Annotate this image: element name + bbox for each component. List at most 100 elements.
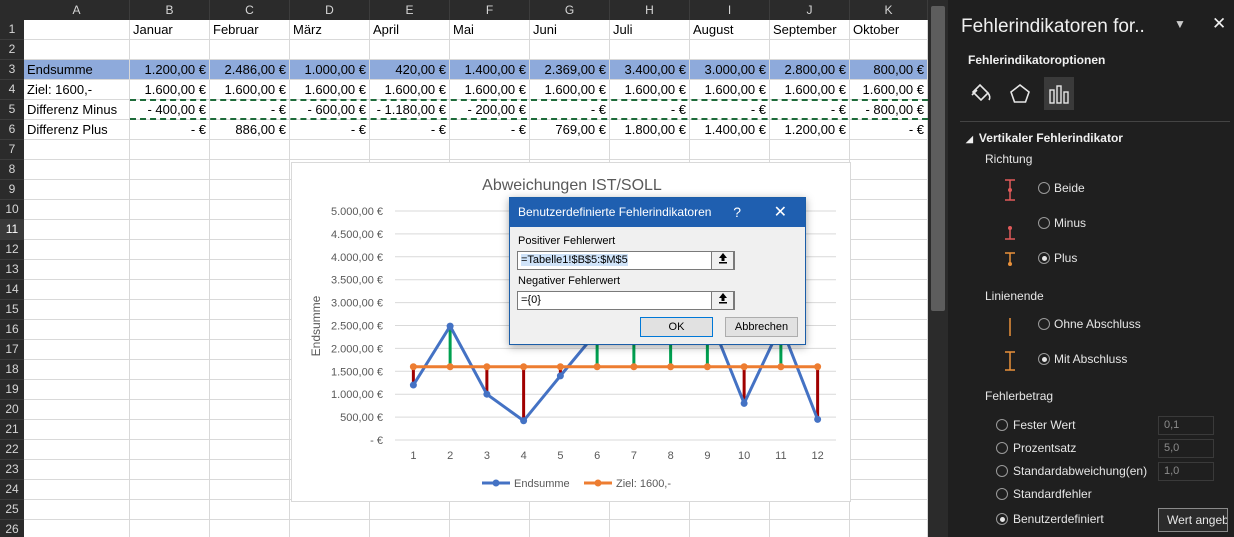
cell[interactable] <box>24 220 130 240</box>
cell[interactable] <box>290 40 370 60</box>
cell[interactable] <box>130 200 210 220</box>
row-header[interactable]: 24 <box>0 480 24 500</box>
cell[interactable] <box>370 140 450 160</box>
row-header[interactable]: 3 <box>0 60 24 80</box>
cell[interactable]: 1.800,00 € <box>610 120 690 140</box>
cell[interactable] <box>130 160 210 180</box>
column-header[interactable]: I <box>690 0 770 20</box>
cell[interactable] <box>210 460 290 480</box>
radio-percentage[interactable] <box>996 442 1008 454</box>
cell[interactable] <box>24 480 130 500</box>
dialog-close-button[interactable]: ✕ <box>774 198 787 227</box>
fixed-value-input[interactable]: 0,1 <box>1158 416 1214 435</box>
cell[interactable] <box>130 240 210 260</box>
row-header[interactable]: 16 <box>0 320 24 340</box>
cell[interactable]: - € <box>130 120 210 140</box>
cell[interactable] <box>130 220 210 240</box>
column-header[interactable]: H <box>610 0 690 20</box>
cell[interactable] <box>370 40 450 60</box>
cell[interactable]: - € <box>530 100 610 120</box>
cell[interactable] <box>530 500 610 520</box>
row-header[interactable]: 18 <box>0 360 24 380</box>
cell[interactable]: März <box>290 20 370 40</box>
cell[interactable] <box>130 480 210 500</box>
cell[interactable] <box>530 520 610 537</box>
cell[interactable]: 3.400,00 € <box>610 60 690 80</box>
cell[interactable] <box>210 400 290 420</box>
cell[interactable] <box>850 300 928 320</box>
cell[interactable] <box>210 500 290 520</box>
cell[interactable] <box>850 40 928 60</box>
cell[interactable] <box>690 40 770 60</box>
cell[interactable] <box>850 220 928 240</box>
column-header[interactable]: A <box>24 0 130 20</box>
cell[interactable] <box>370 520 450 537</box>
cell[interactable] <box>210 340 290 360</box>
cell[interactable]: - € <box>370 120 450 140</box>
cell[interactable] <box>24 140 130 160</box>
radio-plus[interactable] <box>1038 252 1050 264</box>
cell[interactable] <box>210 420 290 440</box>
cell[interactable] <box>770 140 850 160</box>
cell[interactable] <box>850 480 928 500</box>
radio-no-cap[interactable] <box>1038 318 1050 330</box>
cell[interactable] <box>530 140 610 160</box>
cell[interactable]: - € <box>770 100 850 120</box>
cell[interactable] <box>770 500 850 520</box>
column-header[interactable]: E <box>370 0 450 20</box>
cell[interactable] <box>690 520 770 537</box>
radio-fixed-value[interactable] <box>996 419 1008 431</box>
cell[interactable] <box>24 20 130 40</box>
cell[interactable] <box>130 360 210 380</box>
cell[interactable] <box>290 500 370 520</box>
cell[interactable] <box>24 380 130 400</box>
cell[interactable] <box>770 520 850 537</box>
cell[interactable]: 1.400,00 € <box>450 60 530 80</box>
cell[interactable] <box>850 360 928 380</box>
cell[interactable]: 1.600,00 € <box>610 80 690 100</box>
cell[interactable] <box>850 200 928 220</box>
cell[interactable]: Oktober <box>850 20 928 40</box>
cell[interactable] <box>450 40 530 60</box>
cell[interactable] <box>850 140 928 160</box>
cell[interactable] <box>610 500 690 520</box>
cell[interactable] <box>690 140 770 160</box>
cell[interactable] <box>24 440 130 460</box>
cell[interactable] <box>24 240 130 260</box>
cell[interactable]: - 600,00 € <box>290 100 370 120</box>
cell[interactable] <box>290 140 370 160</box>
tab-error-bar-options[interactable] <box>1044 77 1074 110</box>
pane-close-button[interactable]: ✕ <box>1212 14 1226 34</box>
cell[interactable] <box>850 420 928 440</box>
row-header[interactable]: 20 <box>0 400 24 420</box>
cell[interactable]: 1.600,00 € <box>850 80 928 100</box>
positive-collapse-button[interactable] <box>711 251 734 270</box>
cell[interactable]: 1.600,00 € <box>770 80 850 100</box>
column-header[interactable]: J <box>770 0 850 20</box>
cell[interactable] <box>24 460 130 480</box>
cell[interactable]: 769,00 € <box>530 120 610 140</box>
column-header[interactable]: G <box>530 0 610 20</box>
cell[interactable] <box>210 160 290 180</box>
cell[interactable]: Juni <box>530 20 610 40</box>
cell[interactable] <box>24 520 130 537</box>
cell[interactable] <box>450 520 530 537</box>
cell[interactable] <box>24 200 130 220</box>
cell[interactable] <box>210 480 290 500</box>
row-header[interactable]: 5 <box>0 100 24 120</box>
cell[interactable]: - 1.180,00 € <box>370 100 450 120</box>
cell[interactable]: 800,00 € <box>850 60 928 80</box>
cell[interactable] <box>610 40 690 60</box>
negative-error-input[interactable]: ={0} <box>517 291 735 310</box>
cell[interactable] <box>130 520 210 537</box>
row-header[interactable]: 11 <box>0 220 24 240</box>
cell[interactable] <box>210 360 290 380</box>
cell[interactable] <box>850 280 928 300</box>
column-header[interactable]: K <box>850 0 928 20</box>
cell[interactable]: Differenz Minus <box>24 100 130 120</box>
cell[interactable] <box>210 40 290 60</box>
row-header[interactable]: 1 <box>0 20 24 40</box>
cancel-button[interactable]: Abbrechen <box>725 317 798 337</box>
cell[interactable] <box>24 320 130 340</box>
radio-both[interactable] <box>1038 182 1050 194</box>
